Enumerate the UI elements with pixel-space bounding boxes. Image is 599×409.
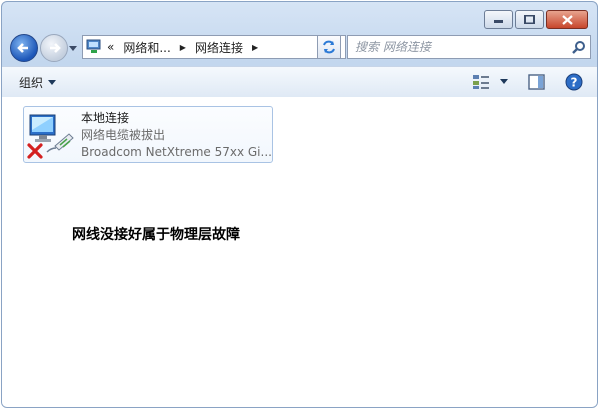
address-bar[interactable]: « 网络和... ▶ 网络连接 ▶ bbox=[82, 35, 346, 59]
network-folder-icon bbox=[83, 38, 107, 57]
search-input[interactable] bbox=[348, 39, 568, 55]
back-button[interactable] bbox=[10, 34, 38, 62]
refresh-button[interactable] bbox=[317, 35, 341, 59]
connection-tile-local[interactable]: 本地连接 网络电缆被拔出 Broadcom NetXtreme 57xx Gi.… bbox=[23, 106, 273, 163]
view-options-icon bbox=[473, 75, 489, 89]
connection-status: 网络电缆被拔出 bbox=[81, 128, 166, 142]
chevron-down-icon bbox=[500, 79, 508, 84]
organize-label: 组织 bbox=[19, 76, 44, 90]
address-overflow[interactable]: « bbox=[107, 40, 118, 54]
chevron-down-icon bbox=[48, 79, 57, 85]
preview-pane-button[interactable] bbox=[528, 74, 545, 90]
toolbar-right: ? bbox=[472, 73, 583, 91]
help-button[interactable]: ? bbox=[565, 73, 583, 91]
command-bar: 组织 ? bbox=[2, 66, 597, 98]
refresh-icon bbox=[323, 40, 335, 54]
breadcrumb-network[interactable]: 网络和... bbox=[118, 39, 175, 56]
organize-button[interactable]: 组织 bbox=[19, 74, 57, 91]
close-icon bbox=[561, 14, 573, 25]
connection-name: 本地连接 bbox=[81, 111, 130, 125]
navigation-bar: « 网络和... ▶ 网络连接 ▶ bbox=[10, 33, 591, 62]
search-box[interactable] bbox=[347, 35, 591, 59]
svg-text:?: ? bbox=[571, 76, 578, 90]
explorer-window: « 网络和... ▶ 网络连接 ▶ 组织 bbox=[1, 1, 598, 408]
chevron-down-icon bbox=[69, 46, 77, 51]
help-icon: ? bbox=[565, 73, 583, 91]
recent-pages-dropdown[interactable] bbox=[68, 42, 78, 52]
minimize-icon bbox=[494, 20, 503, 23]
error-x-icon bbox=[27, 143, 43, 159]
arrow-right-icon bbox=[50, 43, 61, 53]
breadcrumb-connections[interactable]: 网络连接 bbox=[190, 39, 248, 56]
caption-buttons bbox=[484, 10, 588, 29]
connection-device: Broadcom NetXtreme 57xx Gi... bbox=[81, 145, 272, 159]
breadcrumb-arrow-icon[interactable]: ▶ bbox=[176, 43, 190, 52]
change-view-button[interactable] bbox=[472, 74, 508, 90]
preview-pane-icon bbox=[528, 74, 545, 90]
search-icon[interactable] bbox=[568, 40, 590, 54]
forward-button[interactable] bbox=[40, 34, 68, 62]
file-list: 本地连接 网络电缆被拔出 Broadcom NetXtreme 57xx Gi.… bbox=[2, 97, 597, 407]
network-adapter-icon bbox=[27, 112, 75, 160]
minimize-button[interactable] bbox=[484, 10, 513, 29]
breadcrumb-arrow-icon[interactable]: ▶ bbox=[248, 43, 262, 52]
annotation-text: 网线没接好属于物理层故障 bbox=[72, 227, 240, 243]
maximize-icon bbox=[524, 15, 535, 24]
close-button[interactable] bbox=[546, 10, 588, 29]
arrow-left-icon bbox=[17, 43, 28, 53]
connection-details: 本地连接 网络电缆被拔出 Broadcom NetXtreme 57xx Gi.… bbox=[81, 110, 272, 161]
maximize-button[interactable] bbox=[515, 10, 544, 29]
